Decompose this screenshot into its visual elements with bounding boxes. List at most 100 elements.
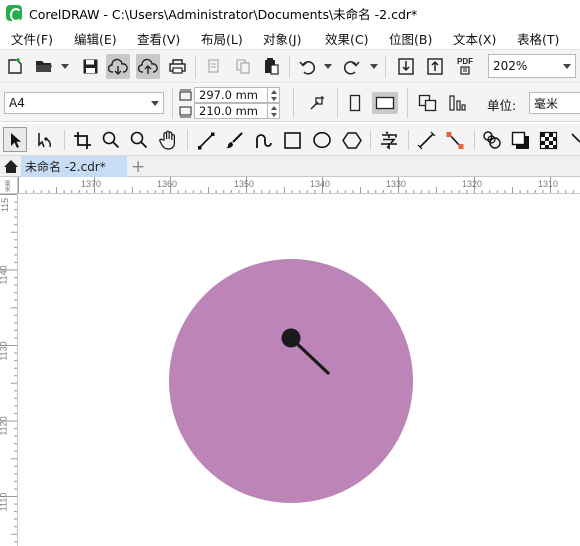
zoom-tool-icon[interactable] — [100, 129, 122, 151]
menu-file[interactable]: 文件(F) — [11, 29, 53, 48]
pan-hand-icon[interactable] — [156, 128, 180, 152]
copy-icon[interactable] — [233, 56, 253, 76]
set-bleed-icon[interactable] — [306, 92, 328, 114]
toolbar-separator — [293, 88, 294, 118]
ruler-label: 1360 — [157, 179, 178, 189]
import-icon[interactable] — [395, 55, 417, 77]
shape-tool-icon[interactable] — [34, 129, 56, 151]
drawing-canvas[interactable] — [19, 195, 580, 546]
ruler-label: 1370 — [81, 179, 102, 189]
ellipse-tool-icon[interactable] — [310, 129, 334, 151]
page-size-value: A4 — [9, 96, 25, 110]
print-icon[interactable] — [166, 56, 188, 76]
drop-shadow-icon[interactable] — [509, 129, 531, 151]
ruler-label: 1120 — [0, 416, 9, 436]
page-width-input[interactable]: 297.0 mm — [194, 87, 268, 103]
toolbar-separator — [187, 130, 188, 150]
units-label: 单位: — [487, 98, 517, 113]
pdf-label: PDF — [457, 57, 473, 66]
document-tab[interactable]: 未命名 -2.cdr* — [21, 156, 127, 177]
ruler-label: 1350 — [234, 179, 255, 189]
ruler-origin[interactable]: 毫米 — [0, 177, 18, 194]
page-height-input[interactable]: 210.0 mm — [194, 103, 268, 119]
menu-view[interactable]: 查看(V) — [137, 29, 180, 48]
publish-pdf-icon[interactable]: PDF — [453, 55, 477, 77]
toolbar-separator — [195, 56, 196, 78]
blend-tool-icon[interactable] — [481, 129, 503, 151]
toolbar-separator — [474, 130, 475, 150]
zoom-level-field[interactable]: 202% — [488, 54, 560, 78]
toolbar-separator — [407, 88, 408, 118]
standard-toolbar: PDF 202% — [0, 49, 580, 83]
undo-dropdown-icon[interactable] — [324, 64, 332, 69]
pick-tool-icon[interactable] — [3, 127, 27, 152]
redo-icon[interactable] — [342, 56, 362, 76]
open-dropdown-icon[interactable] — [61, 64, 69, 69]
page-height-spinner[interactable] — [268, 103, 280, 119]
menu-table[interactable]: 表格(T) — [517, 29, 559, 48]
toolbox — [0, 124, 580, 156]
menu-text[interactable]: 文本(X) — [453, 29, 496, 48]
freehand-tool-icon[interactable] — [195, 129, 217, 151]
units-select[interactable]: 毫米 — [529, 92, 580, 114]
all-pages-icon[interactable] — [416, 92, 438, 114]
landscape-icon[interactable] — [372, 92, 398, 114]
toolbar-separator — [289, 56, 290, 78]
cloud-download-icon[interactable] — [106, 54, 130, 79]
ruler-label: 1310 — [538, 179, 559, 189]
page-height-icon — [178, 104, 192, 119]
menu-effects[interactable]: 效果(C) — [325, 29, 368, 48]
zoom-dropdown-button[interactable] — [559, 54, 576, 78]
toolbar-separator — [408, 130, 409, 150]
ruler-label: 1130 — [0, 341, 9, 361]
open-folder-icon[interactable] — [34, 56, 54, 76]
menu-bar: 文件(F) 编辑(E) 查看(V) 布局(L) 对象(J) 效果(C) 位图(B… — [0, 26, 580, 48]
ruler-label: 1320 — [462, 179, 483, 189]
ruler-unit-label: 毫米 — [3, 180, 10, 192]
parallel-dimension-icon[interactable] — [415, 129, 437, 151]
coreldraw-logo-icon — [6, 5, 22, 22]
page-width-spinner[interactable] — [268, 87, 280, 103]
menu-object[interactable]: 对象(J) — [263, 29, 301, 48]
document-tab-label: 未命名 -2.cdr* — [25, 160, 106, 174]
new-document-icon[interactable] — [5, 56, 25, 76]
ruler-label: 1330 — [386, 179, 407, 189]
polygon-tool-icon[interactable] — [340, 129, 364, 151]
toolbar-separator — [385, 56, 386, 78]
ruler-label: 1110 — [0, 492, 9, 512]
chevron-down-icon — [563, 63, 571, 69]
crop-tool-icon[interactable] — [71, 129, 93, 151]
purple-circle-shape[interactable] — [169, 259, 413, 503]
zoom-level-value: 202% — [493, 59, 528, 73]
menu-layout[interactable]: 布局(L) — [201, 29, 243, 48]
menu-edit[interactable]: 编辑(E) — [74, 29, 117, 48]
undo-icon[interactable] — [297, 56, 317, 76]
add-tab-button[interactable]: + — [131, 157, 145, 177]
export-icon[interactable] — [424, 55, 446, 77]
rectangle-tool-icon[interactable] — [281, 129, 303, 151]
page-size-select[interactable]: A4 — [4, 92, 164, 114]
home-icon[interactable] — [2, 158, 19, 175]
more-tools-icon[interactable] — [566, 129, 580, 151]
ruler-label: 1140 — [0, 265, 9, 285]
transparency-tool-icon[interactable] — [537, 129, 559, 151]
current-page-icon[interactable] — [446, 92, 468, 114]
cloud-upload-icon[interactable] — [136, 54, 160, 79]
page-width-value: 297.0 mm — [199, 88, 258, 102]
text-tool-icon[interactable] — [377, 128, 401, 152]
pen-tool-icon[interactable] — [252, 129, 274, 151]
artistic-media-icon[interactable] — [223, 129, 245, 151]
horizontal-ruler[interactable]: 1370 1360 1350 1340 1330 1320 1310 — [18, 177, 580, 194]
black-dot-shape[interactable] — [281, 328, 301, 348]
vertical-ruler[interactable]: 115 1140 1130 1120 1110 — [0, 194, 18, 546]
redo-dropdown-icon[interactable] — [370, 64, 378, 69]
ruler-label: 115 — [0, 197, 11, 213]
cut-icon[interactable] — [204, 56, 224, 76]
toolbar-separator — [172, 88, 173, 118]
paste-icon[interactable] — [261, 56, 281, 76]
portrait-icon[interactable] — [345, 92, 365, 114]
connector-tool-icon[interactable] — [443, 129, 467, 151]
menu-bitmaps[interactable]: 位图(B) — [389, 29, 432, 48]
pan-zoom-icon[interactable] — [128, 129, 150, 151]
save-icon[interactable] — [80, 56, 100, 76]
